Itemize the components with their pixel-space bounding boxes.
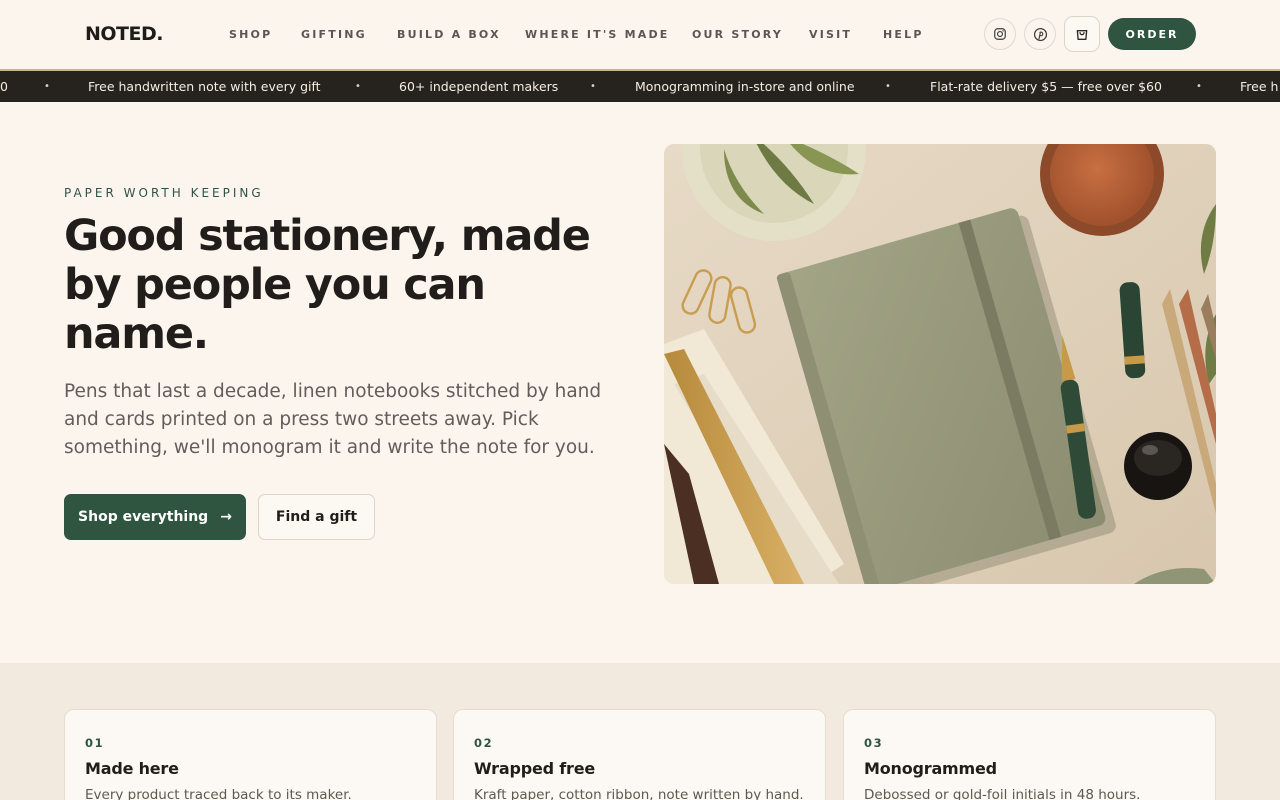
features-section: 01 Made here Every product traced back t… — [0, 663, 1280, 800]
brand-logo[interactable]: NOTED. — [85, 23, 163, 45]
find-a-gift-button[interactable]: Find a gift — [258, 494, 375, 540]
feature-number: 03 — [864, 736, 884, 750]
cart-button[interactable] — [1064, 16, 1100, 52]
pinterest-button[interactable] — [1024, 18, 1056, 50]
shopping-bag-icon — [1076, 29, 1088, 40]
ticker-item: Flat-rate delivery $5 — free over $60 — [930, 79, 1162, 94]
feature-description: Every product traced back to its maker. — [85, 787, 352, 800]
hero-title: Good stationery, made by people you can … — [64, 211, 591, 359]
nav-item-gifting[interactable]: GIFTING — [301, 28, 367, 41]
feature-card: 02 Wrapped free Kraft paper, cotton ribb… — [453, 709, 826, 800]
feature-card: 03 Monogrammed Debossed or gold-foil ini… — [843, 709, 1216, 800]
ticker-separator: • — [1196, 81, 1202, 92]
ticker-item: Free h — [1240, 79, 1279, 94]
nav-item-shop[interactable]: SHOP — [229, 28, 272, 41]
hero-description: Pens that last a decade, linen notebooks… — [64, 381, 602, 458]
feature-description: Debossed or gold-foil initials in 48 hou… — [864, 787, 1141, 800]
ticker-separator: • — [590, 81, 596, 92]
stationery-flatlay-illustration — [664, 144, 1216, 584]
instagram-button[interactable] — [984, 18, 1016, 50]
feature-number: 01 — [85, 736, 105, 750]
ticker-separator: • — [885, 81, 891, 92]
shop-everything-label: Shop everything — [78, 509, 209, 525]
order-button[interactable]: ORDER — [1108, 18, 1196, 50]
feature-title: Made here — [85, 759, 179, 778]
feature-title: Monogrammed — [864, 759, 997, 778]
shop-everything-button[interactable]: Shop everything → — [64, 494, 246, 540]
nav-item-where-its-made[interactable]: WHERE IT'S MADE — [525, 28, 670, 41]
feature-title: Wrapped free — [474, 759, 595, 778]
feature-card: 01 Made here Every product traced back t… — [64, 709, 437, 800]
ticker-item: 60+ independent makers — [399, 79, 559, 94]
nav-item-help[interactable]: HELP — [883, 28, 924, 41]
nav-item-build-a-box[interactable]: BUILD A BOX — [397, 28, 501, 41]
ticker-item: Free handwritten note with every gift — [88, 79, 321, 94]
nav-item-visit[interactable]: VISIT — [809, 28, 852, 41]
announcement-ticker: 0 • Free handwritten note with every gif… — [0, 69, 1280, 102]
feature-number: 02 — [474, 736, 494, 750]
instagram-icon — [994, 28, 1006, 40]
hero-eyebrow: PAPER WORTH KEEPING — [64, 186, 264, 200]
ticker-separator: • — [44, 81, 50, 92]
site-header: NOTED. SHOP GIFTING BUILD A BOX WHERE IT… — [0, 0, 1280, 69]
pinterest-icon — [1033, 27, 1047, 41]
arrow-right-icon: → — [220, 509, 232, 525]
ticker-item: 0 — [0, 79, 8, 94]
ticker-separator: • — [355, 81, 361, 92]
hero-image — [664, 144, 1216, 584]
ticker-item: Monogramming in-store and online — [635, 79, 855, 94]
feature-description: Kraft paper, cotton ribbon, note written… — [474, 787, 804, 800]
nav-item-our-story[interactable]: OUR STORY — [692, 28, 783, 41]
